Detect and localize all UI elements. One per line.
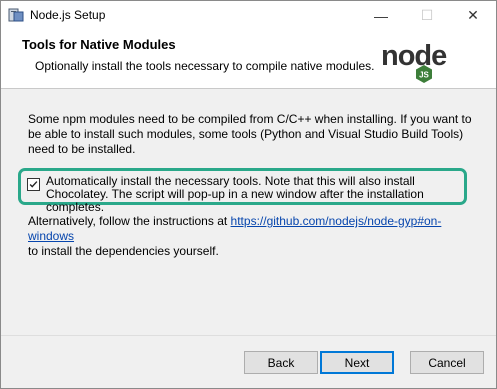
minimize-icon: — [374,7,388,24]
installer-window: Node.js Setup — ☐ ✕ Tools for Native Mod… [0,0,497,389]
page-title: Tools for Native Modules [22,37,176,52]
alt-prefix: Alternatively, follow the instructions a… [28,214,231,228]
back-button[interactable]: Back [244,351,318,374]
alt-suffix: to install the dependencies yourself. [28,244,219,258]
installer-app-icon [8,8,24,22]
next-button[interactable]: Next [320,351,394,374]
window-title: Node.js Setup [30,8,106,22]
checkmark-icon [29,181,38,188]
auto-install-checkbox[interactable] [27,178,40,191]
nodejs-logo-badge: JS [419,71,429,80]
maximize-button[interactable]: ☐ [404,1,450,30]
nodejs-logo-wordmark: node [381,40,447,72]
footer-divider [1,335,496,336]
nodejs-logo: node JS [381,40,448,83]
minimize-button[interactable]: — [358,1,404,30]
auto-install-label[interactable]: Automatically install the necessary tool… [46,175,466,214]
title-bar: Node.js Setup — ☐ ✕ [1,1,496,30]
alternative-text: Alternatively, follow the instructions a… [28,214,478,259]
page-subtitle: Optionally install the tools necessary t… [35,59,375,73]
maximize-icon: ☐ [420,7,434,23]
cancel-button[interactable]: Cancel [410,351,484,374]
close-button[interactable]: ✕ [450,1,496,30]
close-icon: ✕ [467,7,479,23]
intro-text: Some npm modules need to be compiled fro… [28,112,472,156]
